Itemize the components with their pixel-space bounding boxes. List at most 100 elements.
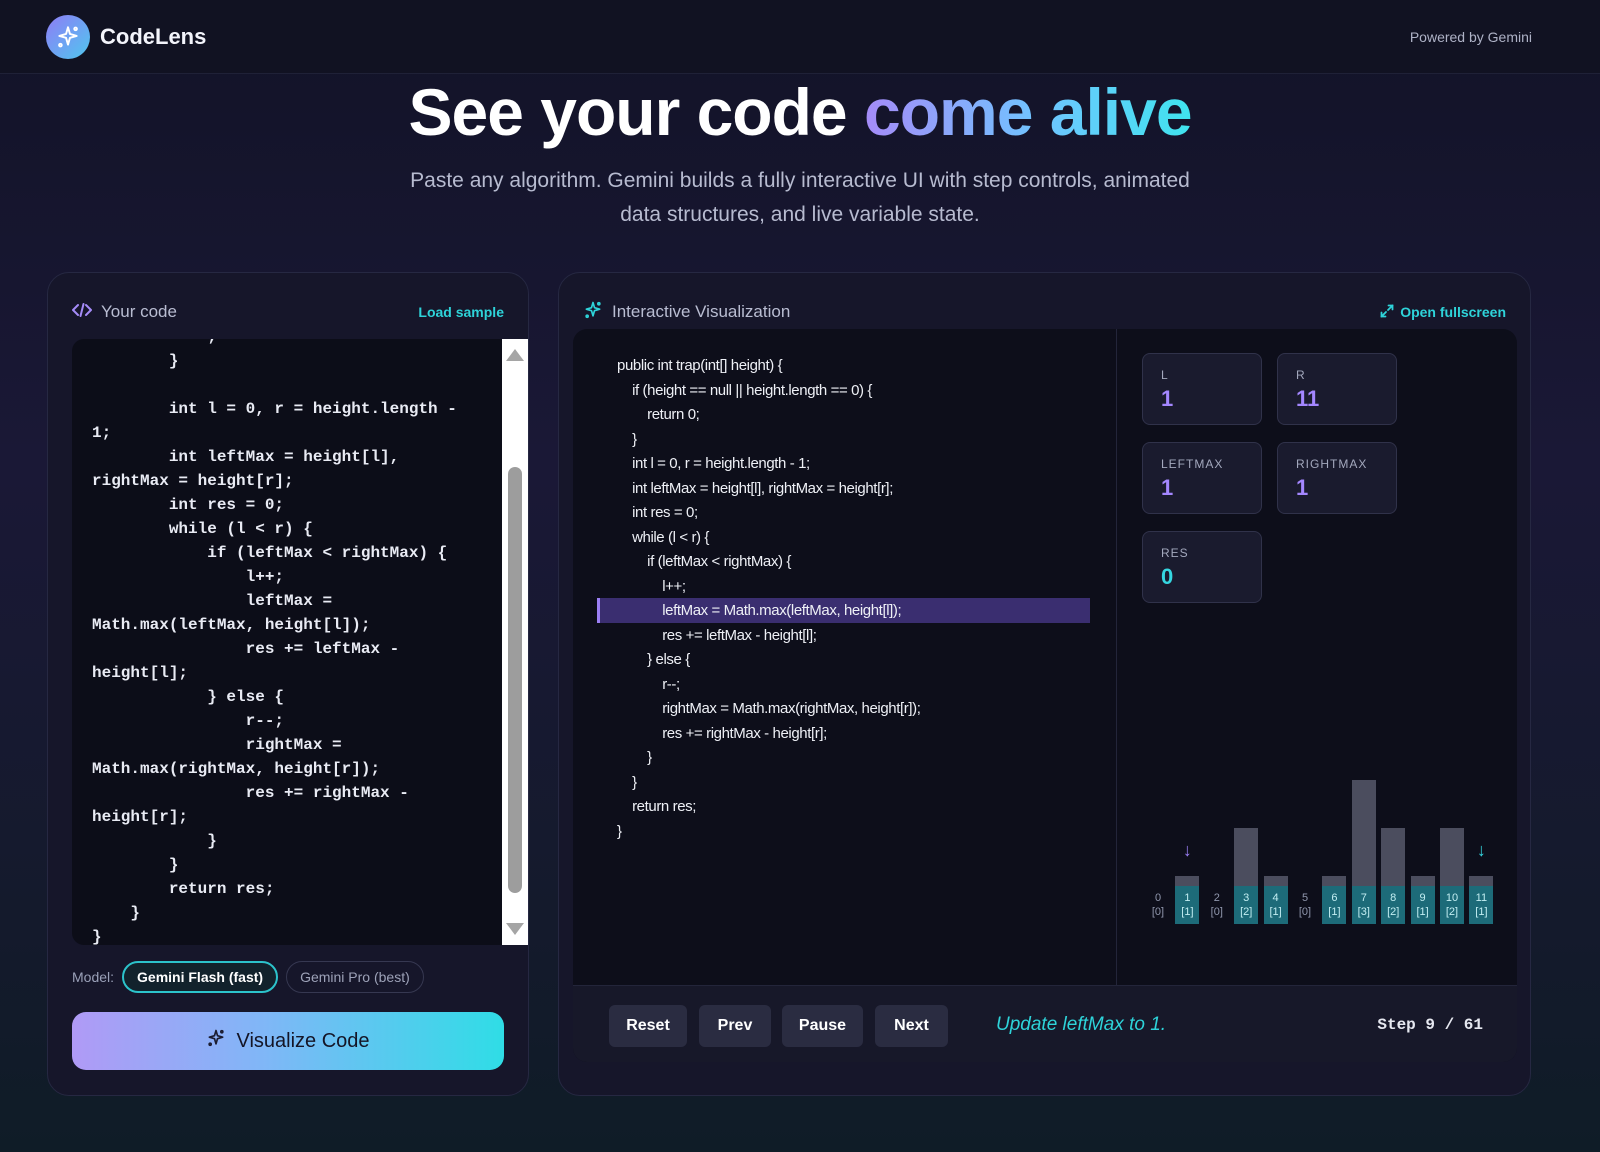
array-value-label: [2] xyxy=(1240,906,1253,918)
variable-card-l: L1 xyxy=(1142,353,1262,425)
next-button[interactable]: Next xyxy=(875,1005,948,1047)
load-sample-link[interactable]: Load sample xyxy=(418,304,504,320)
code-line: return res; xyxy=(617,798,697,815)
array-value-label: [1] xyxy=(1181,906,1194,918)
scroll-down-arrow-icon[interactable] xyxy=(506,923,524,935)
step-controls: Reset Prev Pause Next Update leftMax to … xyxy=(573,985,1517,1062)
scroll-up-arrow-icon[interactable] xyxy=(506,349,524,361)
code-panel-title-text: Your code xyxy=(101,302,177,321)
expand-icon xyxy=(1380,304,1394,321)
code-line: } xyxy=(617,773,637,791)
sparkle-icon xyxy=(583,300,603,325)
variable-name: RIGHTMAX xyxy=(1296,457,1368,471)
hero-title: See your code come alive xyxy=(0,72,1600,152)
visualize-code-label: Visualize Code xyxy=(236,1029,370,1052)
variable-name: R xyxy=(1296,368,1306,382)
viz-panel-title: Interactive Visualization xyxy=(583,300,790,325)
viz-panel-header: Interactive Visualization Open fullscree… xyxy=(583,297,1506,327)
prev-button[interactable]: Prev xyxy=(699,1005,771,1047)
visualize-code-button[interactable]: Visualize Code xyxy=(72,1012,504,1070)
code-line: res += rightMax - height[r]; xyxy=(617,724,827,742)
hero: See your code come alive Paste any algor… xyxy=(0,72,1600,232)
step-counter: Step 9 / 61 xyxy=(1377,1016,1483,1034)
variable-card-r: R 11 xyxy=(1277,353,1397,425)
code-line: if (height == null || height.length == 0… xyxy=(617,381,873,399)
step-message: Update leftMax to 1. xyxy=(996,1014,1167,1035)
array-index: 1 xyxy=(1184,892,1191,904)
code-line: int leftMax = height[l], rightMax = heig… xyxy=(617,479,893,497)
array-value-label: [0] xyxy=(1298,906,1312,918)
array-index: 7 xyxy=(1360,892,1367,904)
array-index-label: 8 [2] xyxy=(1381,891,1405,919)
step-total: 61 xyxy=(1463,1016,1483,1034)
pause-button[interactable]: Pause xyxy=(782,1005,863,1047)
array-value-label: [3] xyxy=(1357,906,1370,918)
code-line: res += leftMax - height[l]; xyxy=(617,626,817,644)
variable-name: L xyxy=(1161,368,1169,382)
array-value-label: [2] xyxy=(1445,906,1459,918)
code-line: r--; xyxy=(617,675,680,693)
array-index-label: 1 [1] xyxy=(1175,891,1199,919)
powered-by-label: Powered by Gemini xyxy=(1409,28,1532,45)
reset-button[interactable]: Reset xyxy=(609,1005,687,1047)
array-value-label: [0] xyxy=(1210,906,1223,918)
variable-name: RES xyxy=(1161,546,1189,560)
code-line: return 0; xyxy=(617,406,700,423)
array-index-label: 7 [3] xyxy=(1352,891,1376,919)
brand[interactable]: CodeLens xyxy=(46,14,207,59)
code-line: } xyxy=(617,749,652,766)
code-panel-title: Your code xyxy=(72,302,177,323)
code-input-panel: Your code Load sample ; } int l = 0, r =… xyxy=(47,272,529,1096)
model-option-flash[interactable]: Gemini Flash (fast) xyxy=(122,961,279,993)
array-index-label: 5 [0] xyxy=(1293,891,1317,919)
code-line-highlighted: leftMax = Math.max(leftMax, height[l]); xyxy=(597,598,1090,623)
array-index-label: 10 [2] xyxy=(1440,891,1464,919)
array-value-label: [1] xyxy=(1269,906,1282,918)
top-bar: CodeLens Powered by Gemini xyxy=(0,0,1600,74)
array-index: 6 xyxy=(1331,892,1338,904)
array-index: 3 xyxy=(1243,892,1250,904)
hero-subtitle: Paste any algorithm. Gemini builds a ful… xyxy=(410,169,1190,226)
viz-code-pane: public int trap(int[] height) { if (heig… xyxy=(573,329,1117,985)
editor-scrollbar[interactable] xyxy=(502,339,528,945)
array-index: 0 xyxy=(1154,892,1162,904)
variable-value: 1 xyxy=(1296,475,1309,500)
array-index: 2 xyxy=(1213,892,1220,904)
array-index: 4 xyxy=(1272,892,1279,904)
code-line: if (leftMax < rightMax) { xyxy=(617,553,791,570)
variable-value: 1 xyxy=(1161,475,1174,500)
array-index: 10 xyxy=(1445,892,1459,904)
array-index-label: 3 [2] xyxy=(1234,891,1258,919)
code-editor-content[interactable]: ; } int l = 0, r = height.length - 1; in… xyxy=(92,339,457,945)
code-line: int res = 0; xyxy=(617,504,698,521)
app-name: CodeLens xyxy=(100,23,207,49)
array-index: 8 xyxy=(1390,892,1397,904)
open-fullscreen-link[interactable]: Open fullscreen xyxy=(1380,304,1506,321)
variable-card-leftmax: LEFTMAX 1 xyxy=(1142,442,1262,514)
step-label: Step xyxy=(1377,1016,1416,1034)
left-pointer-arrow-icon: ↓ xyxy=(1182,840,1192,860)
variable-name: LEFTMAX xyxy=(1161,457,1224,471)
code-editor[interactable]: ; } int l = 0, r = height.length - 1; in… xyxy=(72,339,502,945)
variable-card-res: RES 0 xyxy=(1142,531,1262,603)
code-line: l++; xyxy=(617,577,686,595)
code-brackets-icon xyxy=(72,302,92,323)
variables-pane: 0 [0] 1 [1] 2 [0] 3 [2] 4 [1] 5 [0] 6 [1] 7 [3] 8 [2] 9 [1]… xyxy=(1118,329,1517,985)
array-value-label: [1] xyxy=(1475,906,1488,918)
array-index: 11 xyxy=(1475,892,1488,904)
code-line: } else { xyxy=(617,651,690,668)
hero-title-accent: come alive xyxy=(863,75,1193,149)
variable-value: 1 xyxy=(1161,386,1174,411)
code-panel-header: Your code Load sample xyxy=(72,297,504,327)
right-pointer-arrow-icon: ↓ xyxy=(1476,840,1486,860)
array-index-label: 9 [1] xyxy=(1411,891,1435,919)
code-line: } xyxy=(617,822,622,840)
model-option-pro[interactable]: Gemini Pro (best) xyxy=(286,961,424,993)
open-fullscreen-label: Open fullscreen xyxy=(1400,304,1506,320)
array-index-label: 0 [0] xyxy=(1146,891,1170,919)
array-index-label: 2 [0] xyxy=(1205,891,1229,919)
scrollbar-thumb[interactable] xyxy=(508,467,522,893)
sparkle-icon xyxy=(206,1028,226,1054)
variable-card-rightmax: RIGHTMAX 1 xyxy=(1277,442,1397,514)
array-value-label: [2] xyxy=(1387,906,1400,918)
